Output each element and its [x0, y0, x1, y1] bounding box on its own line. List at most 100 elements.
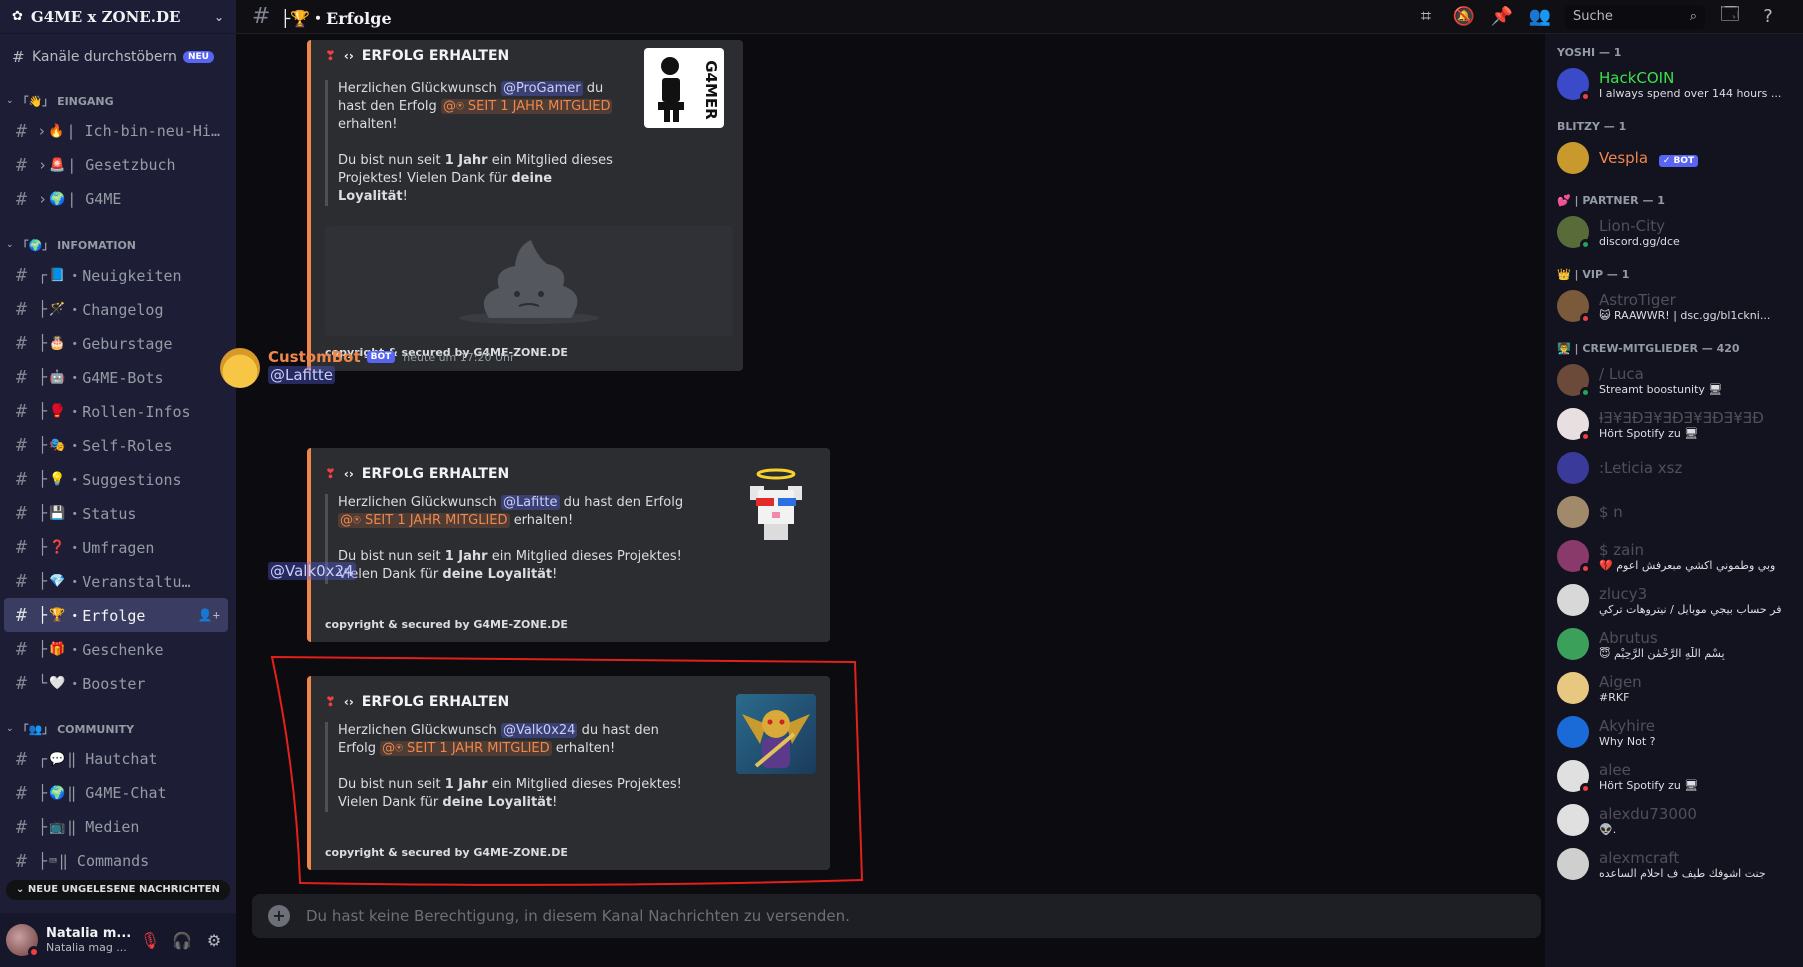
- channel-name: ・Self-Roles: [67, 436, 173, 455]
- member-item[interactable]: $ zain 💔 وبي وطموني اكشي مبعرفش اعوم: [1545, 534, 1803, 578]
- text-channel-icon: #: [16, 816, 27, 838]
- channel-item[interactable]: # ├ ❓ ・Umfragen: [4, 530, 228, 564]
- achievement-role[interactable]: @⍟ SEIT 1 JAHR MITGLIED: [380, 741, 552, 756]
- user-panel: Natalia m... Natalia mag ... 🎙 🎧 ⚙: [0, 913, 236, 967]
- inbox-icon[interactable]: 🗔: [1711, 2, 1749, 32]
- gamer-thumbnail[interactable]: G4MER: [644, 48, 724, 128]
- member-item[interactable]: alexmcraft جنت اشوفك طيف ف احلام الساعده: [1545, 842, 1803, 886]
- member-item[interactable]: alexdu73000 👽.: [1545, 798, 1803, 842]
- channel-category[interactable]: ⌄ 「🌍」 INFOMATION: [0, 238, 236, 252]
- channel-emoji: 📺: [49, 819, 66, 835]
- user-info[interactable]: Natalia m... Natalia mag ...: [46, 926, 134, 954]
- author-name[interactable]: CustomBot: [268, 348, 361, 366]
- member-item[interactable]: / Luca Streamt boostunity 🖥: [1545, 358, 1803, 402]
- text-channel-icon: #: [16, 748, 27, 770]
- channel-item[interactable]: # › 🚨 | Gesetzbuch: [4, 148, 228, 182]
- member-item[interactable]: alee Hört Spotify zu 🖥: [1545, 754, 1803, 798]
- message-timestamp[interactable]: heute um 17:20 Uhr: [403, 351, 514, 364]
- custombot-avatar[interactable]: [220, 348, 260, 388]
- member-name: AstroTiger: [1599, 290, 1676, 309]
- user-mention[interactable]: @Valk0x24: [500, 723, 578, 738]
- channel-item[interactable]: # ├ 🏆 ・Erfolge 👤+: [4, 598, 228, 632]
- member-item[interactable]: $ n: [1545, 490, 1803, 534]
- member-name: Aigen: [1599, 672, 1642, 691]
- channel-emoji: 🤖: [49, 369, 66, 385]
- channel-item[interactable]: # ├ 🎂 ・Geburstage: [4, 326, 228, 360]
- user-avatar-thumbnail[interactable]: [736, 694, 816, 774]
- channel-name: ‖ Commands: [58, 852, 150, 870]
- avatar[interactable]: [6, 924, 40, 958]
- settings-gear-icon[interactable]: ⚙: [198, 931, 230, 950]
- member-item[interactable]: zlucy3 فر حساب بيجي موبايل / نيتروهات ترك…: [1545, 578, 1803, 622]
- channel-item[interactable]: # ├ 📺 ‖ Medien: [4, 810, 228, 844]
- user-mention[interactable]: @Lafitte: [500, 495, 560, 510]
- channel-category[interactable]: ⌄ 「👋」 EINGANG: [0, 94, 236, 108]
- user-mention[interactable]: @ProGamer: [500, 81, 583, 96]
- avatar: [1557, 216, 1591, 250]
- headphones-icon[interactable]: 🎧: [166, 931, 198, 950]
- search-input[interactable]: Suche ⌕: [1565, 4, 1705, 29]
- server-header[interactable]: ✿ G4ME x ZONE.DE ⌄: [0, 0, 236, 34]
- channel-item[interactable]: # ┌ 💬 ‖ Hautchat: [4, 742, 228, 776]
- channel-category[interactable]: ⌄ 「👥」 COMMUNITY: [0, 722, 236, 736]
- channel-item[interactable]: # ├ 🤖 ・G4ME-Bots: [4, 360, 228, 394]
- channel-item[interactable]: # ├ 🎁 ・Geschenke: [4, 632, 228, 666]
- member-activity: 💔 وبي وطموني اكشي مبعرفش اعوم: [1599, 558, 1776, 572]
- composer-placeholder: Du hast keine Berechtigung, in diesem Ka…: [306, 907, 850, 925]
- achievement-role[interactable]: @⍟ SEIT 1 JAHR MITGLIED: [440, 99, 613, 114]
- user-mention[interactable]: @Lafitte: [268, 366, 335, 384]
- channel-item[interactable]: # › 🌍 | G4ME: [4, 182, 228, 216]
- user-mention[interactable]: @Valk0x24: [268, 562, 356, 580]
- channel-item[interactable]: # ├ 💡 ・Suggestions: [4, 462, 228, 496]
- channel-prefix: ├: [38, 436, 48, 454]
- notification-bell-muted-icon[interactable]: 🔕: [1445, 6, 1483, 27]
- member-item[interactable]: Vespla ✓ BOT: [1545, 136, 1803, 180]
- member-item[interactable]: ƗƎ¥ƎĐƎ¥ƎĐƎ¥ƎĐƎ¥ƎĐ Hört Spotify zu 🖥: [1545, 402, 1803, 446]
- channel-item[interactable]: # ├ 🪄 ・Changelog: [4, 292, 228, 326]
- member-name: $ zain: [1599, 540, 1645, 559]
- member-item[interactable]: Lion-City discord.gg/dce: [1545, 210, 1803, 254]
- channel-item[interactable]: # › 🔥 | Ich-bin-neu-Hi…: [4, 114, 228, 148]
- message-composer[interactable]: + Du hast keine Berechtigung, in diesem …: [252, 894, 1541, 938]
- new-unread-messages-pill[interactable]: ⌄ NEUE UNGELESENE NACHRICHTEN: [6, 880, 230, 900]
- channel-item[interactable]: # ├ 🎭 ・Self-Roles: [4, 428, 228, 462]
- member-item[interactable]: :Leticia xsz: [1545, 446, 1803, 490]
- channel-item[interactable]: # ├ 🥊 ・Rollen-Infos: [4, 394, 228, 428]
- member-item[interactable]: HackCOIN I always spend over 144 hours ..…: [1545, 62, 1803, 106]
- member-item[interactable]: Akyhire Why Not ?: [1545, 710, 1803, 754]
- member-item[interactable]: Aigen #RKF: [1545, 666, 1803, 710]
- channel-emoji: 🎁: [49, 641, 66, 657]
- mute-microphone-icon[interactable]: 🎙: [134, 931, 166, 950]
- add-attachment-icon[interactable]: +: [268, 905, 290, 927]
- achievement-role[interactable]: @⍟ SEIT 1 JAHR MITGLIED: [338, 513, 510, 528]
- help-icon[interactable]: ?: [1749, 6, 1787, 27]
- text-channel-icon: #: [16, 366, 27, 388]
- member-item[interactable]: Abrutus 😇 بِسْمِ اللّٰهِ الرَّحْمٰنِ الرَ…: [1545, 622, 1803, 666]
- message-content: @Valk0x24: [268, 562, 356, 580]
- channel-item[interactable]: # ├ 💾 ・Status: [4, 496, 228, 530]
- achievement-embed: ❣ ‹› ERFOLG ERHALTEN Herzlichen Glückwun…: [307, 676, 830, 870]
- add-member-icon[interactable]: 👤+: [198, 608, 220, 622]
- embed-title-text: ERFOLG ERHALTEN: [361, 694, 510, 710]
- link-icon: ‹›: [343, 695, 354, 709]
- channel-name: ・Erfolge: [67, 606, 146, 625]
- member-name: $ n: [1599, 503, 1623, 521]
- channel-name: ・G4ME-Bots: [67, 368, 164, 387]
- pixel-mouse-thumbnail[interactable]: [736, 466, 816, 546]
- channel-item[interactable]: # ├ 💎 ・Veranstaltu…: [4, 564, 228, 598]
- member-item[interactable]: AstroTiger 😺 RAAWWR! | dsc.gg/bl1ckni...: [1545, 284, 1803, 328]
- channel-item[interactable]: # └ 🤍 ・Booster: [4, 666, 228, 700]
- achievement-prefix: @⍟: [340, 513, 361, 528]
- threads-icon[interactable]: ⌗: [1407, 6, 1445, 27]
- channel-emoji: 🔥: [48, 123, 65, 139]
- embed-image[interactable]: [325, 226, 733, 336]
- channel-emoji: 🚨: [49, 157, 66, 173]
- browse-channels[interactable]: # Kanäle durchstöbern NEU: [0, 34, 236, 72]
- member-list-icon[interactable]: 👥: [1521, 6, 1559, 27]
- channel-item[interactable]: # ├ ⌨ ‖ Commands: [4, 844, 228, 878]
- channel-item[interactable]: # ┌ 📘 ・Neuigkeiten: [4, 258, 228, 292]
- channel-item[interactable]: # ├ 🌍 ‖ G4ME-Chat: [4, 776, 228, 810]
- text-channel-icon: #: [16, 536, 27, 558]
- pin-icon[interactable]: 📌: [1483, 6, 1521, 27]
- channel-emoji: 📘: [49, 267, 66, 283]
